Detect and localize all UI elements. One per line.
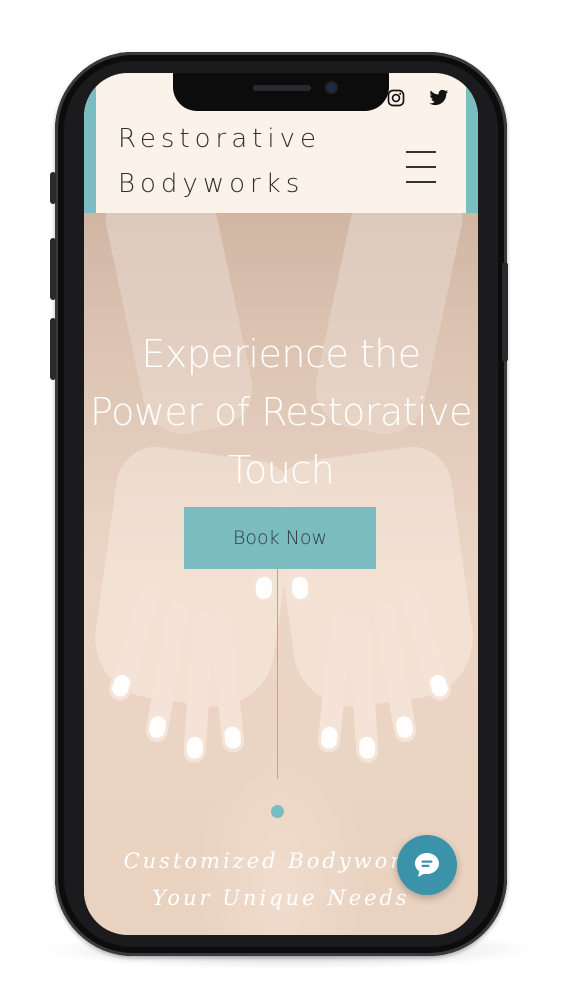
silent-switch (50, 172, 56, 204)
instagram-icon[interactable] (387, 89, 405, 107)
volume-up-button (50, 238, 56, 300)
chat-bubble-icon (415, 853, 439, 877)
hero-headline: Experience the Power of Restorative Touc… (84, 325, 478, 499)
brand-line-1: Restorative (118, 124, 321, 154)
twitter-icon[interactable] (429, 89, 449, 107)
volume-down-button (50, 318, 56, 380)
speaker-grille (253, 85, 311, 91)
scroll-indicator-dot (271, 805, 284, 818)
headline-line-2: Power of Restorative (90, 390, 472, 434)
site-logo[interactable]: Restorative Bodyworks (118, 117, 321, 207)
front-camera (327, 83, 336, 92)
headline-line-3: Touch (227, 448, 335, 492)
brand-line-2: Bodyworks (118, 169, 305, 199)
scroll-indicator-line (277, 569, 278, 779)
phone-notch (173, 73, 389, 111)
headline-line-1: Experience the (141, 332, 421, 376)
hamburger-menu-icon[interactable] (406, 151, 436, 183)
power-button (502, 262, 508, 362)
chat-button[interactable] (397, 835, 457, 895)
book-now-button[interactable]: Book Now (184, 507, 376, 569)
phone-screen: Restorative Bodyworks Experience the Pow… (84, 73, 478, 935)
